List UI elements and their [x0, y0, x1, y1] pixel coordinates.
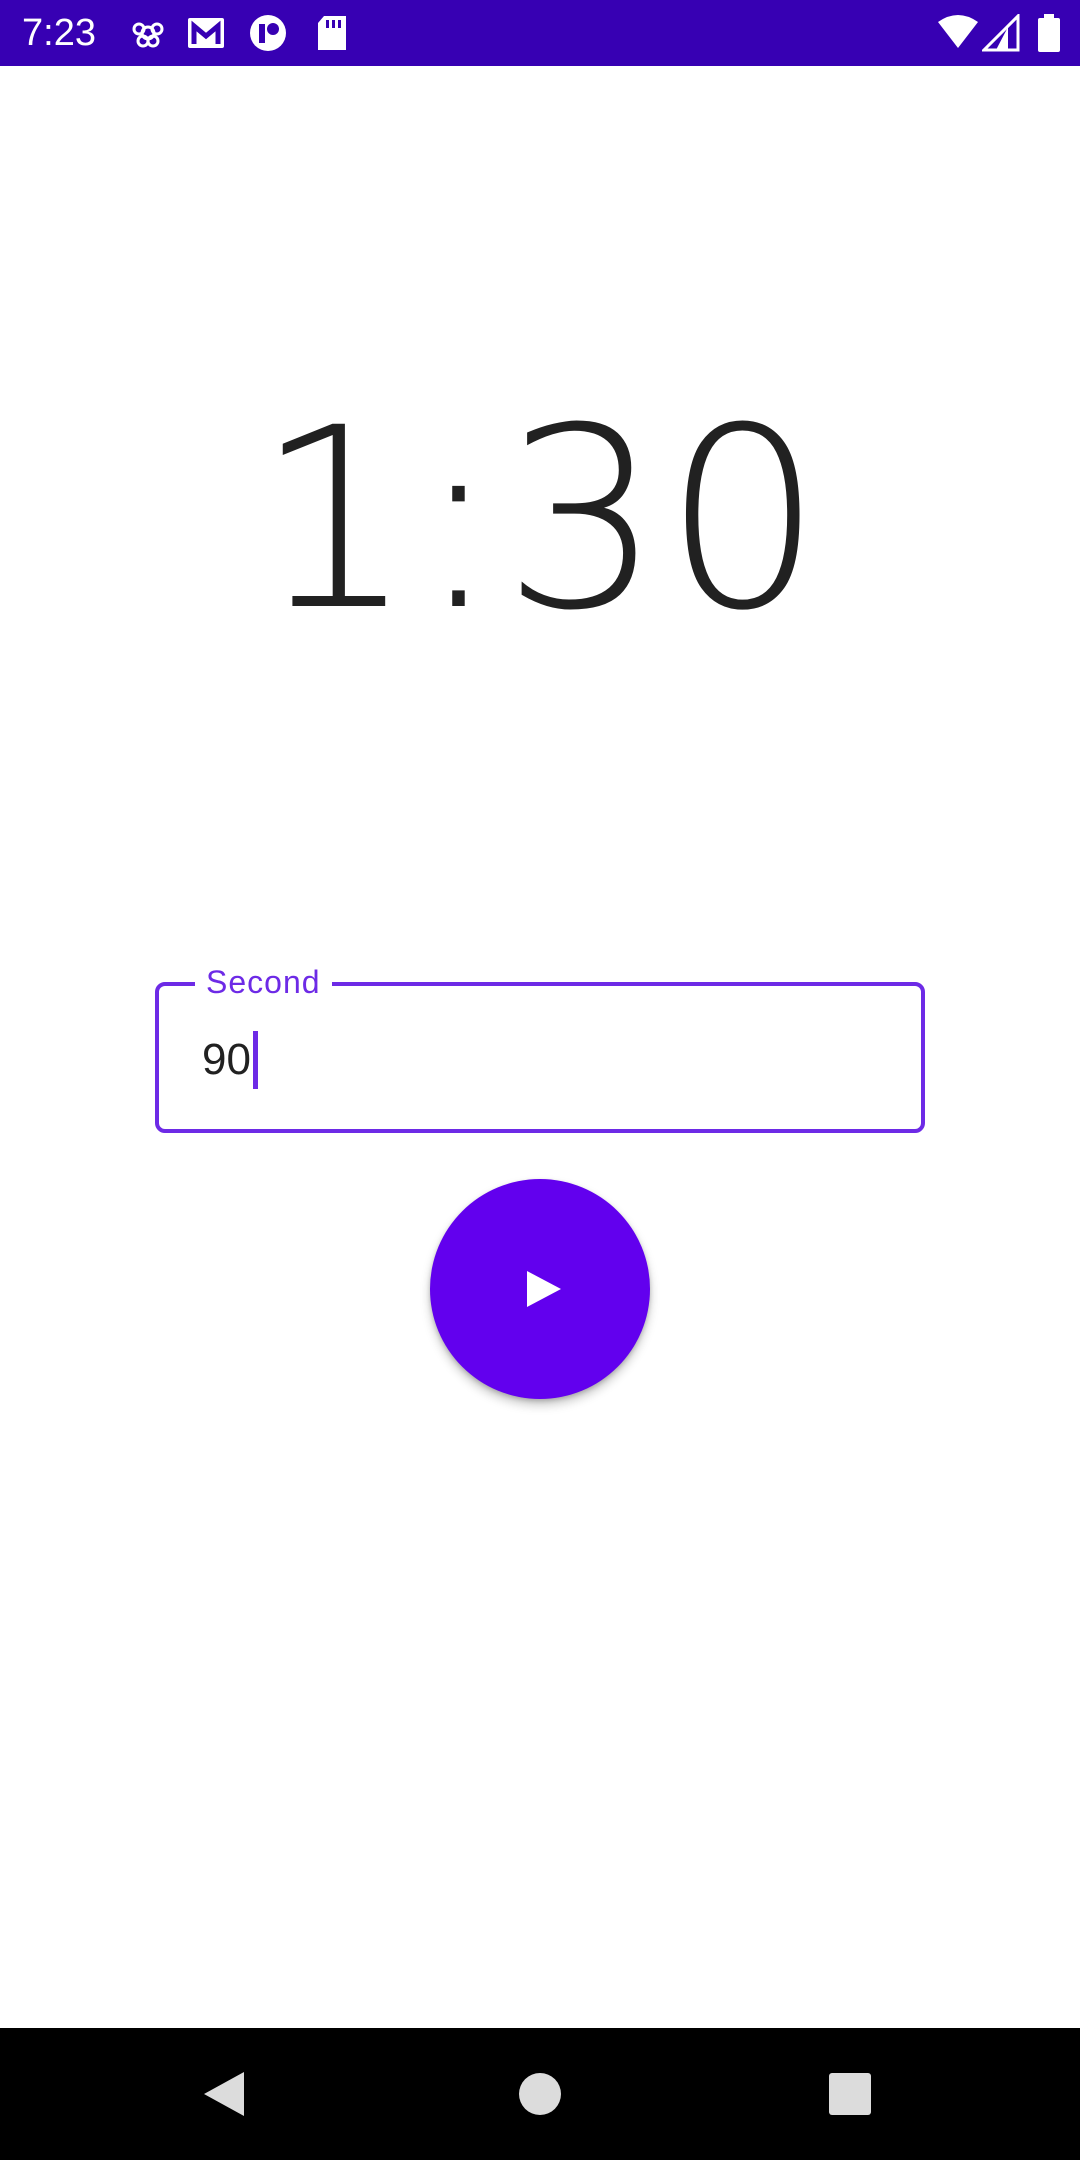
recents-icon[interactable] — [826, 2070, 874, 2118]
sd-card-icon — [312, 14, 352, 52]
status-bar: 7:23 — [0, 0, 1080, 66]
seconds-input-value: 90 — [202, 1035, 251, 1084]
wifi-icon — [936, 14, 980, 52]
seconds-field-label: Second — [195, 962, 332, 1002]
battery-icon — [1036, 14, 1062, 52]
app-notification-icon — [128, 14, 168, 52]
back-icon[interactable] — [200, 2070, 248, 2118]
text-cursor — [252, 1031, 258, 1089]
cell-signal-icon — [982, 14, 1022, 52]
play-icon — [515, 1267, 565, 1311]
timer-display: 1:30 — [255, 374, 825, 665]
seconds-field[interactable]: Second 90 — [155, 962, 925, 1133]
navigation-bar — [0, 2028, 1080, 2160]
seconds-input[interactable]: 90 — [202, 1030, 258, 1090]
home-icon[interactable] — [516, 2070, 564, 2118]
start-timer-button[interactable] — [430, 1179, 650, 1399]
screen: 7:23 1:30 Second 90 — [0, 0, 1080, 2160]
notification-icon — [248, 14, 288, 52]
status-time: 7:23 — [22, 12, 96, 54]
gmail-icon — [186, 14, 226, 52]
